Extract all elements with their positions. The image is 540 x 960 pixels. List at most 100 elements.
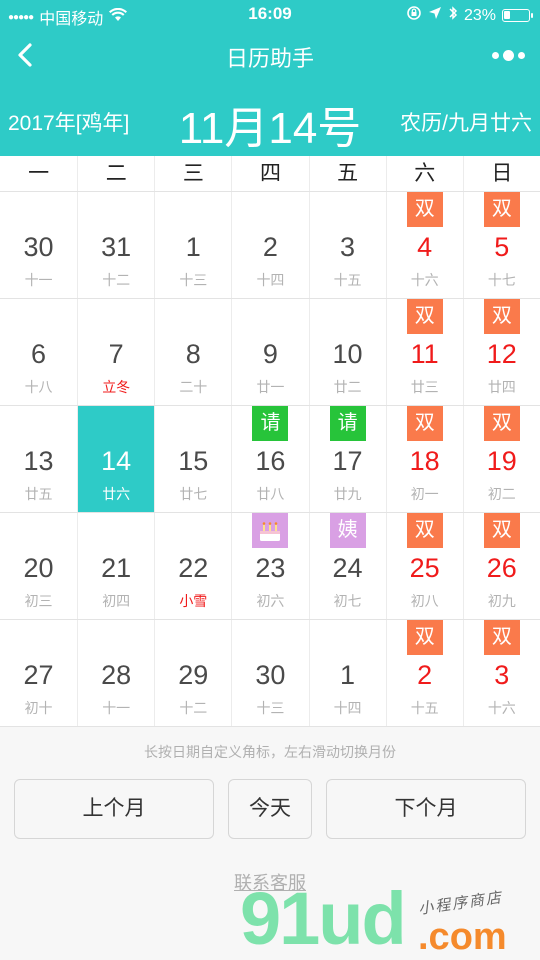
calendar-day[interactable]: 请 17 廿九: [308, 406, 386, 512]
day-number: 24: [332, 553, 363, 583]
lunar-day: 立冬: [102, 379, 131, 395]
calendar-day[interactable]: 20 初三: [0, 513, 77, 619]
calendar-day[interactable]: 姨 24 初七: [308, 513, 386, 619]
day-number: 18: [409, 446, 440, 476]
calendar-day[interactable]: 双 11 廿三: [385, 299, 463, 405]
weekday-label: 一: [28, 162, 50, 185]
rest-day-badge: 双: [483, 299, 520, 334]
day-number: 5: [494, 232, 510, 262]
calendar-day[interactable]: 1 十三: [154, 192, 231, 298]
rest-day-badge: 双: [483, 620, 520, 655]
more-dot-icon: [491, 51, 499, 59]
lunar-day: 十一: [102, 700, 131, 716]
calendar-day[interactable]: 31 十二: [77, 192, 154, 298]
calendar-day[interactable]: 2 十四: [231, 192, 308, 298]
day-number: 14: [101, 446, 132, 476]
calendar-grid: 30 十一 31 十二 1 十三 2 十四 3 十五双 4 十六双 5 十七 6 十八 7 立冬 8 二十 9 廿一 10 廿…: [0, 192, 540, 727]
battery-percent: 23%: [463, 6, 496, 24]
day-number: 1: [340, 660, 356, 690]
day-number: 31: [101, 232, 132, 262]
today-button[interactable]: 今天: [228, 779, 312, 839]
calendar-day[interactable]: 双 18 初一: [385, 406, 463, 512]
watermark-logo: 91ud 小程序商店 .com: [240, 877, 540, 960]
day-number: 3: [340, 232, 356, 262]
calendar-day[interactable]: 13 廿五: [0, 406, 77, 512]
more-menu-button[interactable]: [488, 42, 528, 68]
calendar-day[interactable]: 30 十三: [231, 620, 308, 726]
watermark-slogan: 小程序商店: [417, 889, 504, 918]
calendar-day[interactable]: 15 廿七: [154, 406, 231, 512]
calendar-day[interactable]: 双 26 初九: [462, 513, 540, 619]
next-month-button[interactable]: 下个月: [326, 779, 526, 839]
lunar-day: 十三: [179, 272, 208, 288]
day-number: 25: [409, 553, 440, 583]
status-right: 23%: [406, 5, 533, 26]
calendar-day[interactable]: 双 4 十六: [385, 192, 463, 298]
calendar-day[interactable]: 29 十二: [154, 620, 231, 726]
day-number: 3: [494, 660, 510, 690]
calendar-day[interactable]: 27 初十: [0, 620, 77, 726]
day-number: 2: [262, 232, 278, 262]
bluetooth-icon: [448, 5, 458, 26]
rest-day-badge: 双: [406, 406, 443, 441]
date-header: 2017年[鸡年] 11月14号 农历/九月廿六: [0, 80, 540, 156]
more-dot-icon: [502, 49, 514, 61]
battery-fill: [504, 11, 510, 19]
day-number: 9: [262, 339, 278, 369]
calendar-day[interactable]: 8 二十: [154, 299, 231, 405]
calendar-day[interactable]: 3 十五: [308, 192, 386, 298]
lunar-day: 初一: [410, 486, 439, 502]
day-number: 1: [185, 232, 201, 262]
day-number: 13: [23, 446, 54, 476]
leave-badge: 请: [329, 406, 366, 441]
lunar-day: 廿三: [410, 379, 439, 395]
calendar-day-selected[interactable]: 14 廿六: [77, 406, 155, 512]
day-number: 17: [332, 446, 363, 476]
weekday-label: 六: [385, 156, 463, 191]
calendar-day[interactable]: 双 25 初八: [385, 513, 463, 619]
lunar-day: 小雪: [179, 593, 208, 609]
lunar-day: 廿一: [256, 379, 285, 395]
weekday-header: 一 二三四五六日: [0, 156, 540, 192]
calendar-day[interactable]: 请 16 廿八: [231, 406, 308, 512]
calendar-day[interactable]: 22 小雪: [154, 513, 231, 619]
day-number: 30: [23, 232, 54, 262]
calendar-day[interactable]: 1 十四: [308, 620, 386, 726]
watermark-main: 91ud: [240, 877, 407, 960]
lunar-day: 十五: [410, 700, 439, 716]
lunar-day: 廿四: [487, 379, 516, 395]
calendar-week-row: 27 初十 28 十一 29 十二 30 十三 1 十四 双 2 十五 双 3 十六: [0, 620, 540, 727]
day-number: 26: [486, 553, 517, 583]
calendar-day[interactable]: 7 立冬: [77, 299, 154, 405]
calendar-day[interactable]: 6 十八: [0, 299, 77, 405]
lunar-day: 十八: [24, 379, 53, 395]
rest-day-badge: 双: [406, 513, 443, 548]
day-number: 11: [410, 339, 439, 369]
calendar-day[interactable]: 30 十一: [0, 192, 77, 298]
day-number: 21: [101, 553, 132, 583]
calendar-day[interactable]: 双 19 初二: [462, 406, 540, 512]
day-number: 16: [255, 446, 286, 476]
calendar-day[interactable]: 10 廿二: [308, 299, 386, 405]
calendar-week-row: 30 十一 31 十二 1 十三 2 十四 3 十五 双 4 十六 双 5 十七: [0, 192, 540, 299]
lunar-day: 初四: [102, 593, 131, 609]
day-number: 2: [417, 660, 433, 690]
previous-month-button[interactable]: 上个月: [14, 779, 214, 839]
calendar-day[interactable]: 9 廿一: [231, 299, 308, 405]
calendar-day[interactable]: 双 2 十五: [385, 620, 463, 726]
calendar-day[interactable]: 21 初四: [77, 513, 154, 619]
page-title: 日历助手: [225, 46, 314, 71]
calendar-day[interactable]: 双 5 十七: [462, 192, 540, 298]
watermark-suffix: .com: [418, 916, 507, 958]
rest-day-badge: 双: [483, 406, 520, 441]
lunar-day: 十四: [256, 272, 285, 288]
day-number: 19: [486, 446, 517, 476]
calendar-day[interactable]: 28 十一: [77, 620, 154, 726]
calendar-day[interactable]: 双 3 十六: [462, 620, 540, 726]
day-number: 27: [23, 660, 54, 690]
weekday-label: 日: [462, 156, 540, 191]
calendar-day[interactable]: 双 12 廿四: [462, 299, 540, 405]
day-number: 4: [417, 232, 433, 262]
lunar-day: 十六: [410, 272, 439, 288]
calendar-day[interactable]: 23 初六: [231, 513, 308, 619]
